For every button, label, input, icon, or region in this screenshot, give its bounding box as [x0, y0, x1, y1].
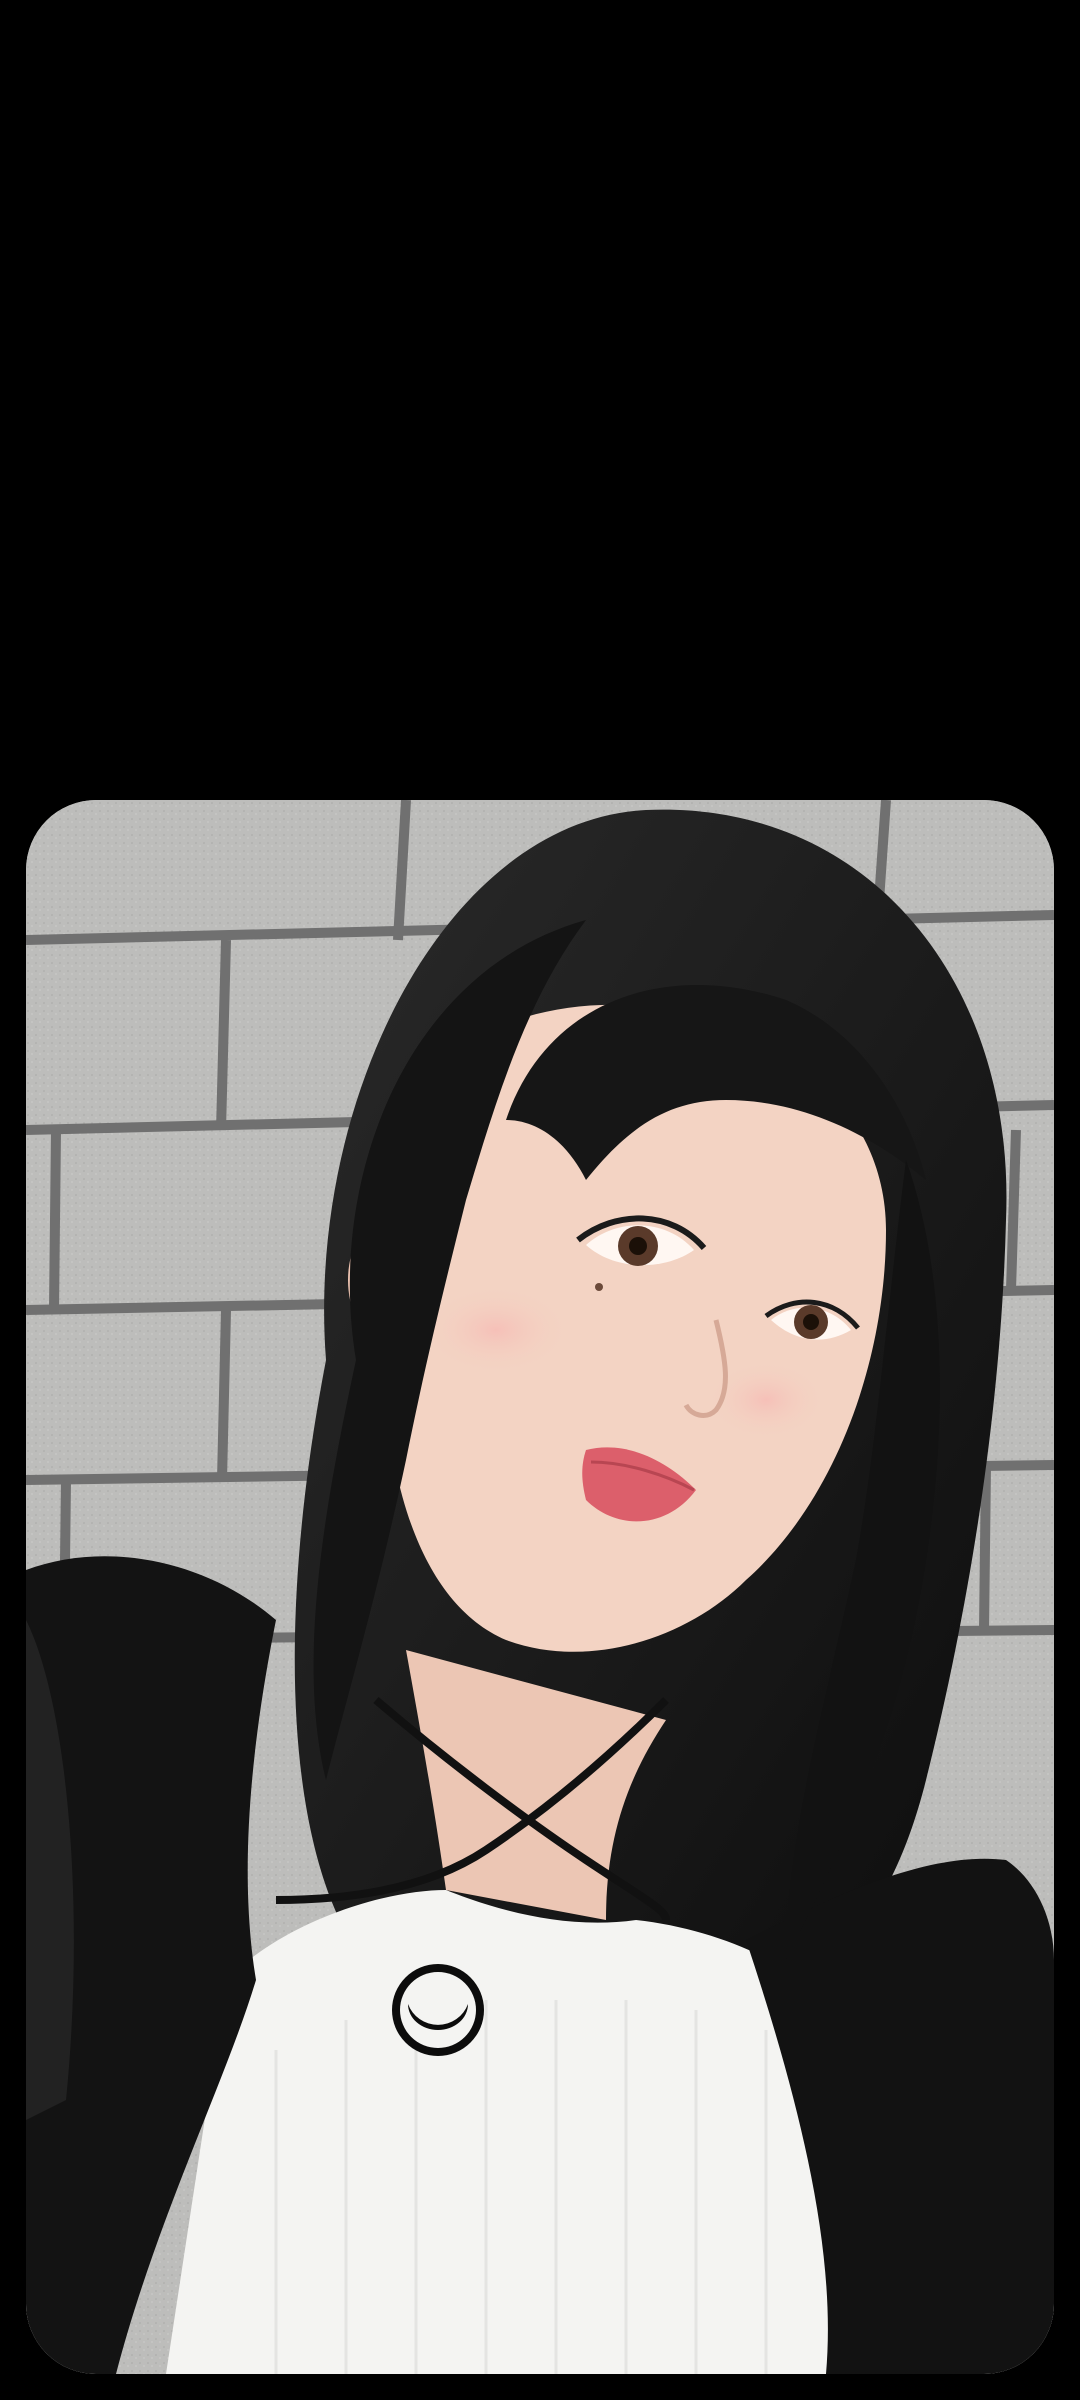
portrait-illustration [26, 800, 1054, 2374]
portrait-photo[interactable] [26, 800, 1054, 2374]
moon-logo [392, 1964, 484, 2056]
cheek-blush-left [421, 1285, 571, 1375]
beauty-mark [595, 1283, 603, 1291]
